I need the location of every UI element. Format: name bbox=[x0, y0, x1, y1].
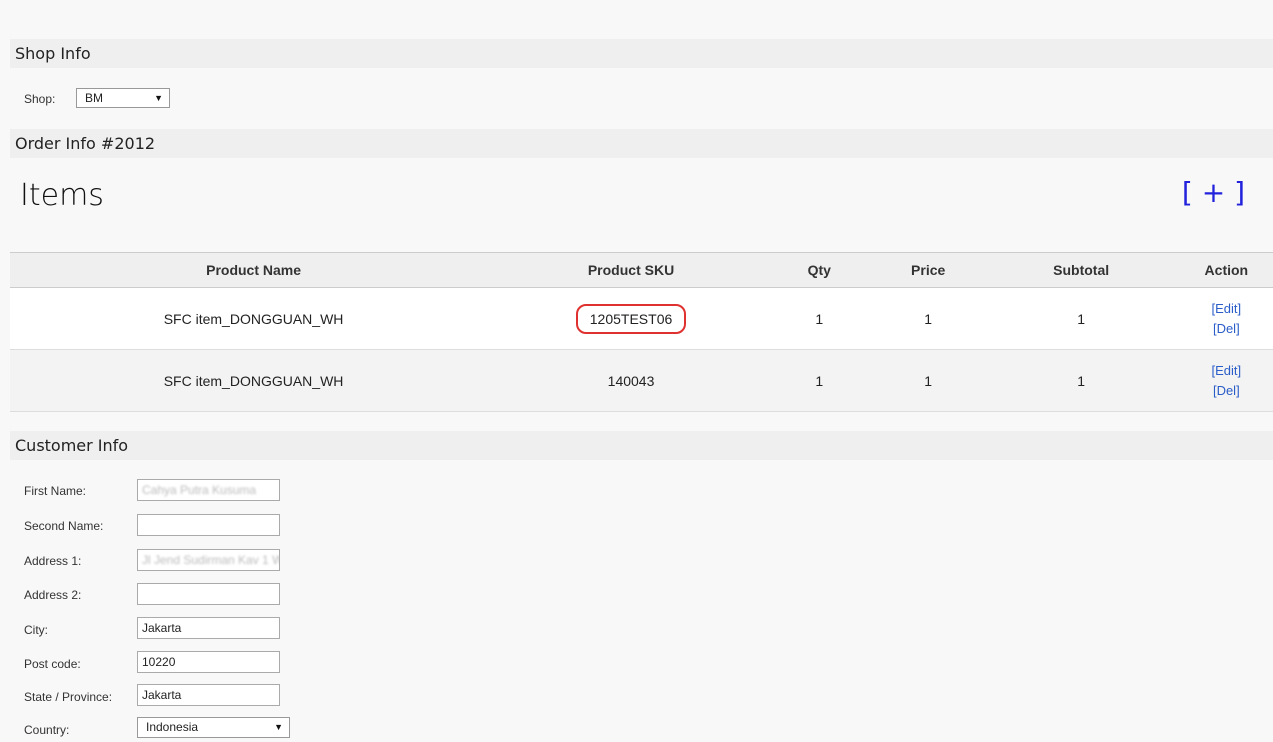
second-name-label: Second Name: bbox=[24, 519, 104, 533]
country-select[interactable]: Indonesia ▼ bbox=[137, 717, 290, 738]
state-value: Jakarta bbox=[142, 688, 182, 702]
address-2-label: Address 2: bbox=[24, 588, 82, 602]
customer-info-heading: Customer Info bbox=[10, 431, 1273, 460]
post-code-value: 10220 bbox=[142, 655, 176, 669]
shop-select[interactable]: BM ▼ bbox=[76, 88, 170, 108]
address-1-value: Jl Jend Sudirman Kav 1 W bbox=[142, 553, 280, 567]
add-item-button[interactable]: [ + ] bbox=[1182, 176, 1245, 209]
table-header-row: Product Name Product SKU Qty Price Subto… bbox=[10, 252, 1273, 288]
edit-link[interactable]: [Edit] bbox=[1181, 361, 1272, 381]
post-code-field[interactable]: 10220 bbox=[137, 651, 280, 673]
shop-label: Shop: bbox=[24, 92, 56, 106]
country-label: Country: bbox=[24, 723, 70, 737]
product-name-cell: SFC item_DONGGUAN_WH bbox=[10, 287, 498, 350]
edit-link[interactable]: [Edit] bbox=[1181, 299, 1272, 319]
city-field[interactable]: Jakarta bbox=[137, 617, 280, 639]
city-value: Jakarta bbox=[142, 621, 182, 635]
first-name-field[interactable]: Cahya Putra Kusuma bbox=[137, 479, 280, 501]
subtotal-cell: 1 bbox=[982, 287, 1180, 350]
column-header-product-sku: Product SKU bbox=[497, 252, 765, 288]
table-row: SFC item_DONGGUAN_WH 1205TEST06 1 1 1 [E… bbox=[10, 287, 1273, 350]
chevron-down-icon: ▼ bbox=[274, 722, 283, 732]
product-sku-cell: 140043 bbox=[497, 349, 765, 412]
first-name-label: First Name: bbox=[24, 484, 87, 498]
shop-select-value: BM bbox=[85, 91, 103, 105]
order-info-heading: Order Info #2012 bbox=[10, 129, 1273, 158]
action-cell: [Edit] [Del] bbox=[1179, 287, 1273, 350]
address-1-field[interactable]: Jl Jend Sudirman Kav 1 W bbox=[137, 549, 280, 571]
product-name-cell: SFC item_DONGGUAN_WH bbox=[10, 349, 498, 412]
price-cell: 1 bbox=[873, 349, 983, 412]
items-table: Product Name Product SKU Qty Price Subto… bbox=[10, 252, 1273, 412]
address-1-label: Address 1: bbox=[24, 554, 82, 568]
delete-link[interactable]: [Del] bbox=[1181, 319, 1272, 339]
price-cell: 1 bbox=[873, 287, 983, 350]
column-header-product-name: Product Name bbox=[10, 252, 498, 288]
column-header-subtotal: Subtotal bbox=[982, 252, 1180, 288]
address-2-field[interactable] bbox=[137, 583, 280, 605]
shop-info-heading: Shop Info bbox=[10, 39, 1273, 68]
state-field[interactable]: Jakarta bbox=[137, 684, 280, 706]
city-label: City: bbox=[24, 623, 48, 637]
country-select-value: Indonesia bbox=[146, 720, 199, 734]
qty-cell: 1 bbox=[764, 349, 874, 412]
state-label: State / Province: bbox=[24, 690, 113, 704]
post-code-label: Post code: bbox=[24, 657, 81, 671]
column-header-qty: Qty bbox=[764, 252, 874, 288]
chevron-down-icon: ▼ bbox=[154, 93, 163, 103]
qty-cell: 1 bbox=[764, 287, 874, 350]
subtotal-cell: 1 bbox=[982, 349, 1180, 412]
action-cell: [Edit] [Del] bbox=[1179, 349, 1273, 412]
first-name-value: Cahya Putra Kusuma bbox=[142, 483, 257, 497]
items-title: Items bbox=[20, 178, 104, 213]
second-name-field[interactable] bbox=[137, 514, 280, 536]
column-header-action: Action bbox=[1179, 252, 1273, 288]
product-sku-cell: 1205TEST06 bbox=[497, 287, 765, 350]
delete-link[interactable]: [Del] bbox=[1181, 381, 1272, 401]
sku-highlight: 1205TEST06 bbox=[575, 303, 687, 334]
column-header-price: Price bbox=[873, 252, 983, 288]
table-row: SFC item_DONGGUAN_WH 140043 1 1 1 [Edit]… bbox=[10, 349, 1273, 412]
